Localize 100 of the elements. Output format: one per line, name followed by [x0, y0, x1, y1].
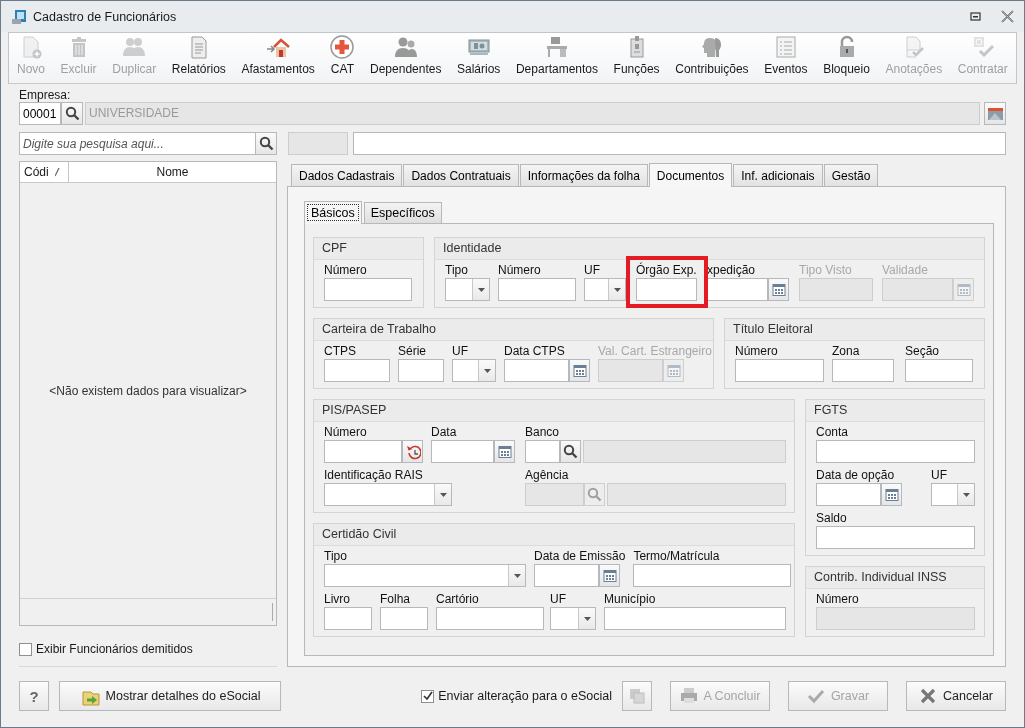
list-icon [773, 35, 798, 59]
tab[interactable]: Inf. adicionais [733, 164, 823, 186]
text-field[interactable] [633, 564, 792, 587]
tab[interactable]: Específicos [363, 202, 442, 223]
window-icon [986, 106, 1004, 121]
desk-icon [544, 35, 569, 59]
code-field[interactable] [525, 440, 560, 463]
text-field[interactable] [905, 359, 973, 382]
close-icon [1001, 10, 1014, 23]
text-field[interactable] [324, 278, 412, 301]
field-label: Órgão Exp. [636, 263, 697, 278]
search-icon [563, 444, 578, 459]
date-field[interactable] [707, 278, 768, 301]
action-button[interactable]: Cancelar [906, 681, 1006, 711]
text-field[interactable] [832, 359, 894, 382]
date-field[interactable] [534, 564, 599, 587]
tab[interactable]: Informações da folha [519, 164, 648, 186]
text-field[interactable] [604, 607, 786, 630]
people-icon [393, 35, 418, 59]
date-field[interactable] [431, 440, 494, 463]
calendar-button[interactable] [494, 440, 515, 463]
esocial-details-button[interactable]: Mostrar detalhes do eSocial [59, 681, 281, 711]
toolbar-button[interactable]: Afastamentos [239, 33, 317, 83]
dropdown[interactable] [931, 483, 975, 506]
toolbar-button[interactable]: Salários [455, 33, 503, 83]
text-field[interactable] [380, 607, 428, 630]
copy-button[interactable] [622, 681, 652, 711]
dropdown[interactable] [550, 607, 596, 630]
toolbar-button[interactable]: Eventos [762, 33, 810, 83]
dropdown[interactable] [584, 278, 626, 301]
dropdown[interactable] [445, 278, 490, 301]
field-label: Seção [905, 344, 941, 359]
toolbar-button[interactable]: Funções [611, 33, 662, 83]
help-button[interactable]: ? [19, 681, 49, 711]
toolbar-button[interactable]: Departamentos [513, 33, 600, 83]
field-label: Cartório [436, 592, 480, 607]
tab[interactable]: Dados Cadastrais [291, 164, 403, 186]
toolbar-button[interactable]: Relatórios [169, 33, 228, 83]
column-header[interactable]: Códi [20, 162, 69, 182]
pages-icon [629, 688, 645, 704]
field-label: UF [584, 263, 601, 278]
history-button[interactable] [402, 440, 423, 463]
text-field[interactable] [324, 359, 390, 382]
search-icon [587, 487, 602, 502]
search-button[interactable] [255, 132, 277, 155]
text-field[interactable] [398, 359, 444, 382]
calendar-button[interactable] [881, 483, 902, 506]
search-field[interactable]: Digite sua pesquisa aqui... [19, 132, 257, 155]
field-label: Saldo [816, 511, 848, 526]
text-field[interactable] [436, 607, 544, 630]
field-label: Livro [324, 592, 351, 607]
group-title: Título Eleitoral [725, 319, 984, 341]
text-field[interactable] [816, 607, 975, 630]
search-button[interactable] [560, 440, 581, 463]
tab[interactable]: Dados Contratuais [403, 164, 519, 186]
text-field[interactable] [735, 359, 824, 382]
text-field[interactable] [636, 278, 697, 301]
field-label: CTPS [324, 344, 357, 359]
close-icon [919, 687, 937, 705]
field-label: Agência [525, 468, 570, 483]
toolbar-button[interactable]: Contribuições [673, 33, 751, 83]
people-icon [122, 35, 147, 59]
grid-button[interactable] [984, 102, 1006, 125]
field-label: Banco [525, 425, 561, 440]
column-header[interactable]: Nome [69, 162, 276, 182]
code-field[interactable]: 00001 [19, 102, 61, 125]
toolbar-button[interactable]: Bloqueio [821, 33, 872, 83]
date-field[interactable] [504, 359, 569, 382]
toolbar-button[interactable]: Dependentes [368, 33, 444, 83]
text-field[interactable] [324, 440, 402, 463]
date-field[interactable] [816, 483, 881, 506]
calendar-button[interactable] [953, 278, 974, 301]
tab[interactable]: Básicos [304, 201, 362, 224]
field-label: Tipo [324, 549, 348, 564]
calendar-button[interactable] [663, 359, 684, 382]
dropdown[interactable] [324, 483, 452, 506]
check-icon [806, 687, 825, 705]
tab[interactable]: Gestão [823, 164, 879, 186]
text-field[interactable] [353, 132, 1006, 155]
dropdown[interactable] [452, 359, 496, 382]
caret-icon [439, 492, 447, 497]
text-field[interactable] [324, 607, 372, 630]
calendar-button[interactable] [599, 564, 620, 587]
search-button[interactable] [61, 102, 83, 125]
group-title: Contrib. Individual INSS [806, 567, 984, 589]
checkbox[interactable] [421, 689, 435, 703]
calendar-icon [771, 282, 786, 297]
code-field[interactable] [525, 483, 584, 506]
text-field[interactable] [498, 278, 576, 301]
check-icon [421, 690, 434, 702]
toolbar-button[interactable]: CAT [328, 33, 357, 83]
checkbox-label: Exibir Funcionários demitidos [36, 642, 193, 656]
text-field[interactable] [816, 526, 975, 549]
calendar-button[interactable] [768, 278, 789, 301]
dropdown[interactable] [324, 564, 526, 587]
text-field[interactable] [816, 440, 975, 463]
calendar-button[interactable] [569, 359, 590, 382]
tab[interactable]: Documentos [648, 163, 733, 187]
field-label: UF [550, 592, 567, 607]
checkbox[interactable] [19, 642, 32, 656]
